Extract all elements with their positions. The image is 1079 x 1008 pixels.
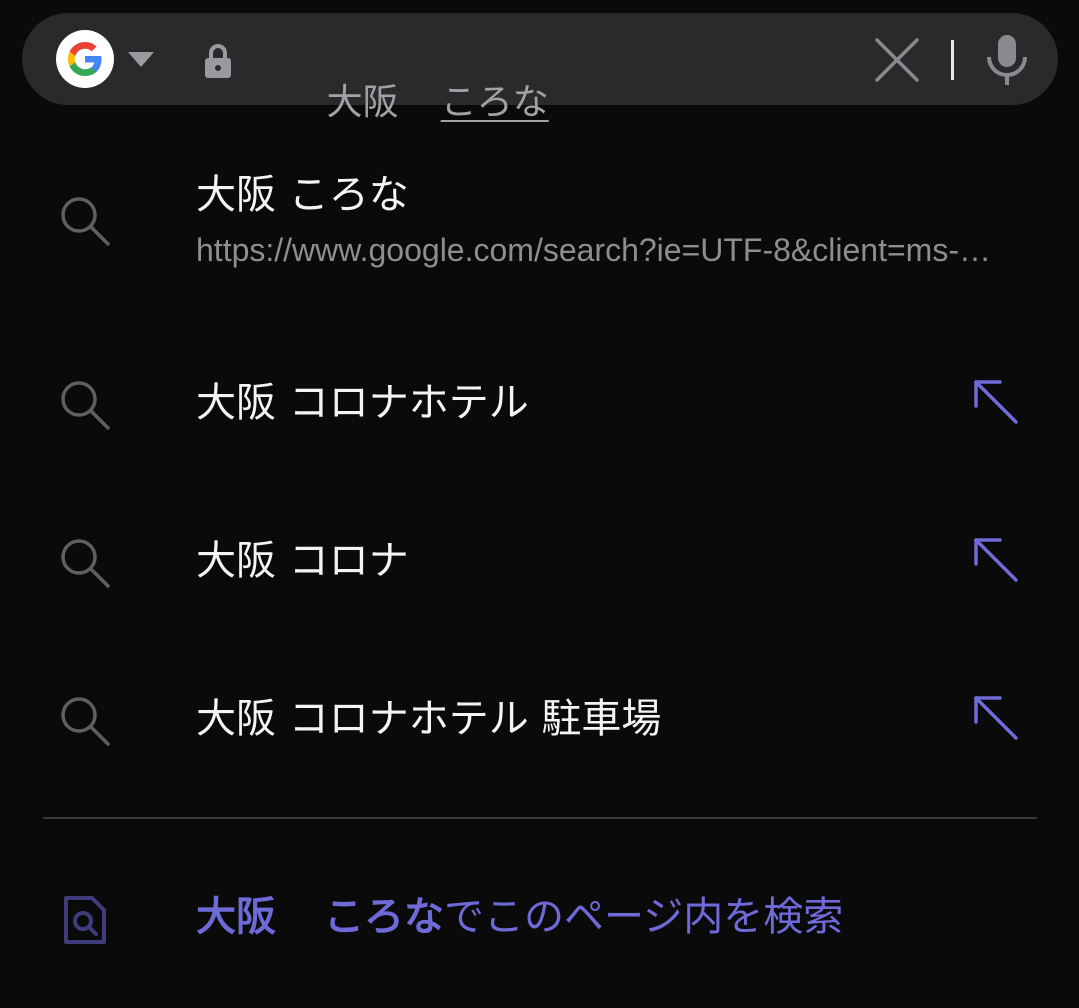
google-icon (68, 42, 102, 76)
find-query-word: ころな (324, 894, 444, 940)
search-engine-selector[interactable] (56, 30, 114, 88)
suggestion-url: https://www.google.com/search?ie=UTF-8&c… (196, 232, 1006, 268)
find-in-page-icon (64, 896, 106, 944)
query-composing-text: ころな (440, 82, 549, 123)
suggestion-title: 大阪 コロナホテル (196, 380, 529, 426)
search-icon (61, 697, 110, 746)
fill-query-arrow-icon[interactable] (970, 376, 1022, 428)
find-in-page-label: 大阪 ころなでこのページ内を検索 (196, 892, 843, 942)
search-icon (61, 381, 110, 430)
lock-icon (205, 44, 231, 78)
find-query-word: 大阪 (196, 894, 276, 940)
find-in-page-row[interactable]: 大阪 ころなでこのページ内を検索 (0, 880, 1079, 960)
divider (43, 817, 1037, 819)
suggestion-title: 大阪 コロナ (196, 538, 409, 584)
search-icon (61, 539, 110, 588)
suggestion-item[interactable]: 大阪 コロナホテル 駐車場 (0, 666, 1079, 776)
query-text: 大阪 (326, 82, 399, 123)
text-cursor (951, 40, 954, 80)
close-icon[interactable] (874, 37, 920, 83)
address-bar[interactable]: 大阪 ころな (22, 13, 1058, 123)
suggestion-item[interactable]: 大阪 コロナホテル (0, 350, 1079, 460)
search-input[interactable]: 大阪 ころな (258, 37, 549, 123)
suggestion-item[interactable]: 大阪 ころな https://www.google.com/search?ie=… (0, 160, 1079, 300)
suggestion-item[interactable]: 大阪 コロナ (0, 508, 1079, 618)
browser-suggestions-screen: 大阪 ころな 大阪 ころな https://www.google.com/sear… (0, 0, 1079, 1008)
fill-query-arrow-icon[interactable] (970, 534, 1022, 586)
find-suffix: でこのページ内を検索 (444, 894, 844, 940)
chevron-down-icon[interactable] (128, 52, 154, 67)
microphone-icon[interactable] (984, 33, 1030, 87)
fill-query-arrow-icon[interactable] (970, 692, 1022, 744)
suggestion-title: 大阪 コロナホテル 駐車場 (196, 696, 662, 742)
suggestion-title: 大阪 ころな (196, 172, 409, 218)
search-icon (61, 197, 110, 246)
